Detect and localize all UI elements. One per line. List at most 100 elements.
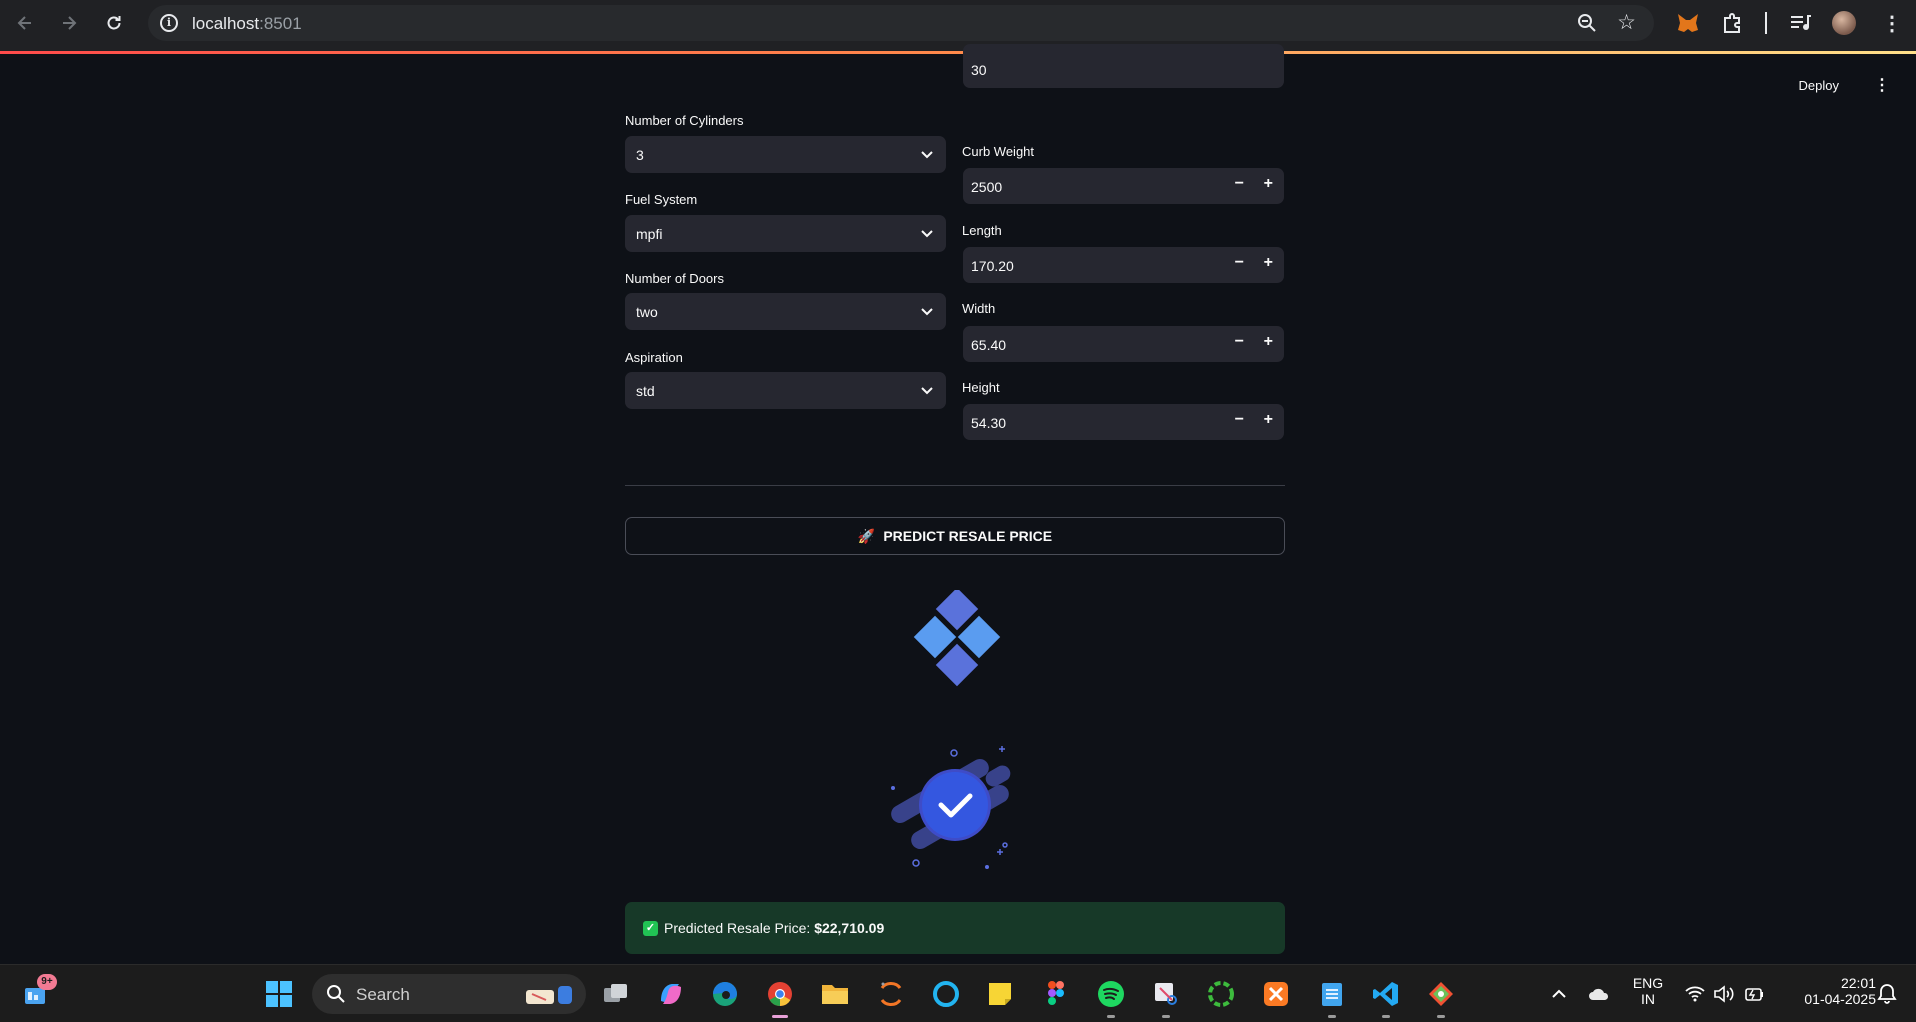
- height-value: 54.30: [971, 415, 1007, 431]
- decrement-button[interactable]: −: [1235, 175, 1244, 193]
- predict-resale-price-button[interactable]: 🚀 PREDICT RESALE PRICE: [625, 517, 1285, 555]
- spotify-icon[interactable]: [1096, 979, 1126, 1009]
- decrement-button[interactable]: −: [1235, 411, 1244, 429]
- aspiration-select[interactable]: std: [625, 372, 946, 409]
- width-input[interactable]: 65.40 − +: [963, 326, 1284, 362]
- reload-icon[interactable]: [100, 9, 128, 37]
- notification-bell-icon[interactable]: [1872, 979, 1902, 1009]
- forward-icon[interactable]: [55, 9, 83, 37]
- git-gui-icon[interactable]: [1426, 979, 1456, 1009]
- fuel-system-select[interactable]: mpfi: [625, 215, 946, 252]
- check-icon: ✓: [643, 921, 658, 936]
- search-highlight-icon: [522, 982, 578, 1013]
- chevron-down-icon: [920, 147, 934, 166]
- media-control-icon[interactable]: [1786, 9, 1814, 37]
- extensions-puzzle-icon[interactable]: [1718, 9, 1746, 37]
- rocket-icon: 🚀: [857, 527, 876, 544]
- notepad-icon[interactable]: [1317, 979, 1347, 1009]
- language-indicator[interactable]: ENG IN: [1630, 975, 1666, 1007]
- loader-app-icon[interactable]: [1206, 979, 1236, 1009]
- wifi-icon[interactable]: [1680, 979, 1710, 1009]
- decrement-button[interactable]: −: [1235, 333, 1244, 351]
- clock[interactable]: 22:01 01-04-2025: [1780, 975, 1876, 1007]
- spotify-running-indicator: [1107, 1015, 1115, 1018]
- search-icon: [326, 984, 346, 1009]
- taskbar-search[interactable]: Search: [312, 974, 586, 1014]
- prediction-result-alert: ✓ Predicted Resale Price: $22,710.09: [625, 902, 1285, 954]
- vscode-running-indicator: [1382, 1015, 1390, 1018]
- section-divider: [625, 485, 1285, 486]
- browser-menu-icon[interactable]: ⋮: [1878, 9, 1906, 37]
- cylinders-value: 3: [636, 147, 644, 163]
- width-label: Width: [962, 301, 996, 316]
- battery-icon[interactable]: [1739, 979, 1769, 1009]
- edge-browser-icon[interactable]: [710, 979, 740, 1009]
- deploy-button[interactable]: Deploy: [1799, 78, 1839, 93]
- xampp-icon[interactable]: [1261, 979, 1291, 1009]
- zoom-icon[interactable]: [1576, 12, 1598, 39]
- file-explorer-icon[interactable]: [820, 979, 850, 1009]
- doors-select[interactable]: two: [625, 293, 946, 330]
- decrement-button[interactable]: −: [1235, 254, 1244, 272]
- metamask-extension-icon[interactable]: [1674, 9, 1702, 37]
- task-view-icon[interactable]: [601, 979, 631, 1009]
- language-line-1: ENG: [1632, 975, 1664, 991]
- aspiration-label: Aspiration: [625, 350, 683, 365]
- url-text: localhost:8501: [192, 14, 302, 33]
- language-line-2: IN: [1641, 991, 1655, 1007]
- aspiration-value: std: [636, 383, 655, 399]
- jupyter-icon[interactable]: [876, 979, 906, 1009]
- length-input[interactable]: 170.20 − +: [963, 247, 1284, 283]
- windows-taskbar: 9+ Search ENG IN 22:01 01-04-2025: [0, 964, 1916, 1022]
- clock-time: 22:01: [1840, 975, 1876, 991]
- success-check-illustration: [885, 742, 1030, 872]
- fuel-system-label: Fuel System: [625, 192, 698, 207]
- site-info-icon[interactable]: i: [160, 14, 178, 32]
- app-main: Deploy ⋮ Number of Cylinders 3 Fuel Syst…: [0, 44, 1916, 964]
- length-label: Length: [962, 223, 1002, 238]
- increment-button[interactable]: +: [1264, 175, 1273, 193]
- cylinders-label: Number of Cylinders: [625, 113, 744, 128]
- sticky-notes-icon[interactable]: [985, 979, 1015, 1009]
- chrome-browser-icon[interactable]: [765, 979, 795, 1009]
- alexa-icon[interactable]: [931, 979, 961, 1009]
- copilot-icon[interactable]: [656, 979, 686, 1009]
- cylinders-select[interactable]: 3: [625, 136, 946, 173]
- height-input[interactable]: 54.30 − +: [963, 404, 1284, 440]
- notepad-running-indicator: [1328, 1015, 1336, 1018]
- bookmark-star-icon[interactable]: ☆: [1617, 10, 1636, 35]
- start-windows-icon[interactable]: [264, 979, 294, 1009]
- back-icon[interactable]: [11, 9, 39, 37]
- profile-avatar[interactable]: [1830, 9, 1858, 37]
- doors-value: two: [636, 304, 658, 320]
- increment-button[interactable]: +: [1264, 254, 1273, 272]
- chevron-down-icon: [920, 226, 934, 245]
- snipping-tool-icon[interactable]: [1151, 979, 1181, 1009]
- search-label: Search: [356, 985, 410, 1004]
- volume-icon[interactable]: [1709, 979, 1739, 1009]
- prediction-result-text: Predicted Resale Price: $22,710.09: [664, 920, 885, 936]
- fuel-system-value: mpfi: [636, 226, 663, 242]
- chevron-down-icon: [920, 304, 934, 323]
- loading-diamond-icon: [904, 587, 1004, 690]
- width-value: 65.40: [971, 337, 1007, 353]
- chrome-active-indicator: [772, 1015, 788, 1018]
- address-bar[interactable]: i localhost:8501 ☆: [148, 5, 1654, 41]
- height-label: Height: [962, 380, 1000, 395]
- increment-button[interactable]: +: [1264, 411, 1273, 429]
- onedrive-cloud-icon[interactable]: [1584, 979, 1614, 1009]
- curb-weight-label: Curb Weight: [962, 144, 1035, 159]
- app-menu-icon[interactable]: ⋮: [1874, 75, 1890, 95]
- chevron-down-icon: [920, 383, 934, 402]
- vscode-icon[interactable]: [1371, 979, 1401, 1009]
- figma-icon[interactable]: [1041, 979, 1071, 1009]
- doors-label: Number of Doors: [625, 271, 724, 286]
- toolbar-separator: [1765, 12, 1767, 34]
- chevron-up-icon[interactable]: [1544, 979, 1574, 1009]
- git-running-indicator: [1437, 1015, 1445, 1018]
- curb-weight-input[interactable]: 2500 − +: [963, 168, 1284, 204]
- snipping-running-indicator: [1162, 1015, 1170, 1018]
- increment-button[interactable]: +: [1264, 333, 1273, 351]
- curb-weight-value: 2500: [971, 179, 1003, 195]
- partial-number-input[interactable]: 30: [963, 44, 1284, 88]
